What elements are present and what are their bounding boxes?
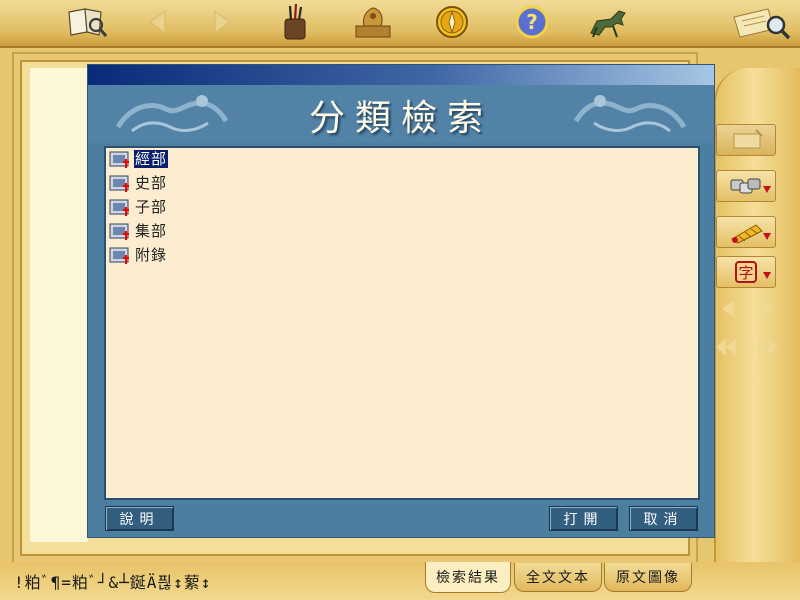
- open-button[interactable]: 打開: [549, 506, 618, 531]
- page-nav-arrows-icon[interactable]: [716, 298, 780, 320]
- dialog-title: 分類檢索: [308, 98, 493, 139]
- tree-item-label: 經部: [134, 150, 169, 168]
- book-search-icon[interactable]: [64, 3, 110, 41]
- category-search-dialog: 分類檢索 經部 史部 子部 集部 附錄 說明 打開 取消: [87, 64, 715, 538]
- tree-item-label: 子部: [135, 198, 168, 216]
- bamboo-slips-icon[interactable]: [716, 216, 776, 248]
- dropdown-arrow-icon[interactable]: [763, 186, 771, 193]
- help-button[interactable]: 說明: [105, 506, 174, 531]
- tree-item-label: 附錄: [135, 246, 168, 264]
- cancel-button[interactable]: 取消: [629, 506, 698, 531]
- tree-item[interactable]: 經部: [108, 148, 169, 170]
- dialog-titlebar[interactable]: [88, 65, 714, 85]
- folder-book-icon: [108, 148, 132, 170]
- tree-item[interactable]: 集部: [108, 220, 168, 242]
- svg-text:字: 字: [738, 264, 753, 282]
- tree-item[interactable]: 史部: [108, 172, 168, 194]
- svg-text:?: ?: [526, 10, 538, 34]
- bronze-horse-icon[interactable]: [585, 3, 631, 41]
- main-toolbar: ?: [0, 0, 800, 48]
- dropdown-arrow-icon[interactable]: [763, 272, 771, 279]
- folder-book-icon: [108, 220, 132, 242]
- first-last-arrows-icon[interactable]: [712, 336, 784, 358]
- help-icon[interactable]: ?: [512, 3, 552, 41]
- dropdown-arrow-icon[interactable]: [763, 233, 771, 240]
- folder-book-icon: [108, 244, 132, 266]
- tree-item-label: 集部: [135, 222, 168, 240]
- forward-arrow-icon[interactable]: [209, 3, 237, 41]
- category-tree[interactable]: 經部 史部 子部 集部 附錄: [104, 146, 700, 500]
- tree-item-label: 史部: [135, 174, 168, 192]
- magnifier-scroll-icon[interactable]: [732, 3, 792, 41]
- seal-icon[interactable]: [350, 3, 396, 41]
- tree-item[interactable]: 附錄: [108, 244, 168, 266]
- left-pane: [30, 68, 88, 542]
- status-text: !粕ﾞ¶=粕ﾞ┘&┴鋋Ä픦↕蕠↕: [14, 573, 212, 592]
- folder-book-icon: [108, 196, 132, 218]
- compass-icon[interactable]: [432, 3, 472, 41]
- back-arrow-icon[interactable]: [143, 3, 171, 41]
- tree-item[interactable]: 子部: [108, 196, 168, 218]
- folder-book-icon: [108, 172, 132, 194]
- tab-full-text[interactable]: 全文文本: [514, 563, 602, 592]
- tab-search-results[interactable]: 檢索結果: [425, 562, 511, 593]
- tab-original-image[interactable]: 原文圖像: [604, 563, 692, 592]
- blank-card-icon[interactable]: [716, 124, 776, 156]
- brush-holder-icon[interactable]: [277, 3, 313, 41]
